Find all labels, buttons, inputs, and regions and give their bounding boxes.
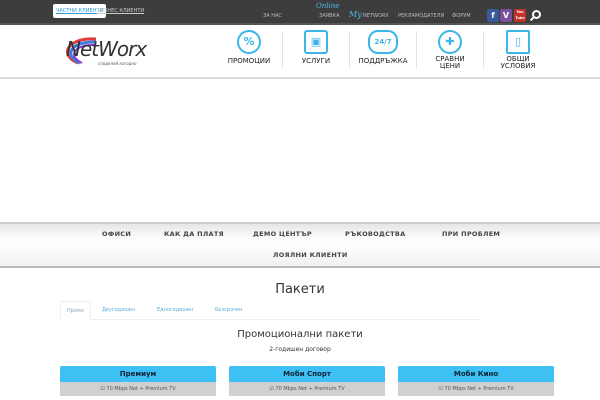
business-clients-tab[interactable]: БИЗНЕС КЛИЕНТИ	[94, 4, 147, 18]
book-icon: ▯	[506, 30, 530, 54]
menu-demo-center[interactable]: ДЕМО ЦЕНТЪР	[253, 230, 312, 238]
package-card[interactable]: Моби Кино ☑ 70 Mbps Net + Premium TV	[398, 366, 554, 400]
box-icon: ▣	[304, 30, 328, 54]
package-tabs: Промо Двугодишен Едногодишен Безсрочен	[60, 301, 480, 320]
puzzle-icon: ✚	[438, 30, 462, 54]
menu-loyal-clients[interactable]: ЛОЯЛНИ КЛИЕНТИ	[273, 251, 348, 259]
menu-how-to-pay[interactable]: КАК ДА ПЛАТЯ	[164, 230, 224, 238]
menu-problem[interactable]: ПРИ ПРОБЛЕМ	[442, 230, 500, 238]
nav-services[interactable]: ▣ УСЛУГИ	[283, 25, 349, 77]
page-title: Пакети	[275, 282, 325, 297]
online-label: Online	[316, 2, 340, 10]
mynetworx-link[interactable]: NETWORX	[363, 13, 389, 19]
divider	[483, 31, 484, 69]
nav-support[interactable]: 24/7 ПОДДРЪЖКА	[350, 25, 416, 77]
nav-compare-prices[interactable]: ✚ СРАВНИ ЦЕНИ	[417, 25, 483, 77]
nav-promotions[interactable]: % ПРОМОЦИИ	[216, 25, 282, 77]
about-link[interactable]: ЗА НАС	[263, 13, 282, 19]
viber-icon[interactable]: V	[500, 9, 512, 22]
advertisers-link[interactable]: РЕКЛАМОДАТЕЛИ	[398, 13, 444, 19]
search-icon[interactable]	[532, 10, 541, 19]
menu-offices[interactable]: ОФИСИ	[102, 230, 131, 238]
nav-label: УСЛУГИ	[301, 57, 331, 65]
tab-two-year[interactable]: Двугодишен	[96, 301, 141, 320]
nav-label: ПРОМОЦИИ	[227, 57, 271, 65]
tab-one-year[interactable]: Едногодишен	[151, 301, 199, 320]
package-name: Моби Кино	[398, 366, 554, 382]
request-link[interactable]: ЗАЯВКА	[319, 13, 340, 19]
header: NetWorx споделяй изгодно % ПРОМОЦИИ ▣ УСЛУ…	[0, 25, 600, 79]
youtube-icon[interactable]: You Tube	[514, 9, 526, 22]
nav-label: ОБЩИ УСЛОВИЯ	[500, 55, 536, 70]
package-card[interactable]: Премиум ☑ 70 Mbps Net + Premium TV	[60, 366, 216, 400]
nav-terms[interactable]: ▯ ОБЩИ УСЛОВИЯ	[485, 25, 551, 77]
logo[interactable]: NetWorx споделяй изгодно	[58, 35, 158, 66]
package-card[interactable]: Моби Спорт ☑ 70 Mbps Net + Premium TV	[229, 366, 385, 400]
nav-label: СРАВНИ ЦЕНИ	[435, 55, 465, 70]
percent-icon: %	[237, 30, 261, 54]
package-name: Премиум	[60, 366, 216, 382]
secondary-menu: ОФИСИ КАК ДА ПЛАТЯ ДЕМО ЦЕНТЪР РЪКОВОДСТ…	[0, 222, 600, 268]
section-title: Промоционални пакети	[237, 329, 363, 340]
logo-text: NetWorx	[66, 37, 147, 61]
support-24-7-icon: 24/7	[368, 30, 398, 54]
my-label: My	[349, 10, 362, 19]
tab-promo[interactable]: Промо	[60, 301, 91, 320]
tab-indefinite[interactable]: Безсрочен	[209, 301, 248, 320]
contract-label: 2-годишен договор	[269, 346, 331, 353]
forum-link[interactable]: ФОРУМ	[452, 13, 471, 19]
nav-label: ПОДДРЪЖКА	[358, 57, 408, 65]
package-feature: ☑ 70 Mbps Net + Premium TV	[398, 382, 554, 396]
menu-guides[interactable]: РЪКОВОДСТВА	[345, 230, 405, 238]
package-name: Моби Спорт	[229, 366, 385, 382]
package-feature: ☑ 70 Mbps Net + Premium TV	[229, 382, 385, 396]
facebook-icon[interactable]: f	[487, 9, 499, 22]
package-feature: ☑ 70 Mbps Net + Premium TV	[60, 382, 216, 396]
logo-tagline: споделяй изгодно	[98, 61, 137, 66]
top-bar: ЧАСТНИ КЛИЕНТИ БИЗНЕС КЛИЕНТИ ЗА НАС Onl…	[0, 0, 600, 25]
